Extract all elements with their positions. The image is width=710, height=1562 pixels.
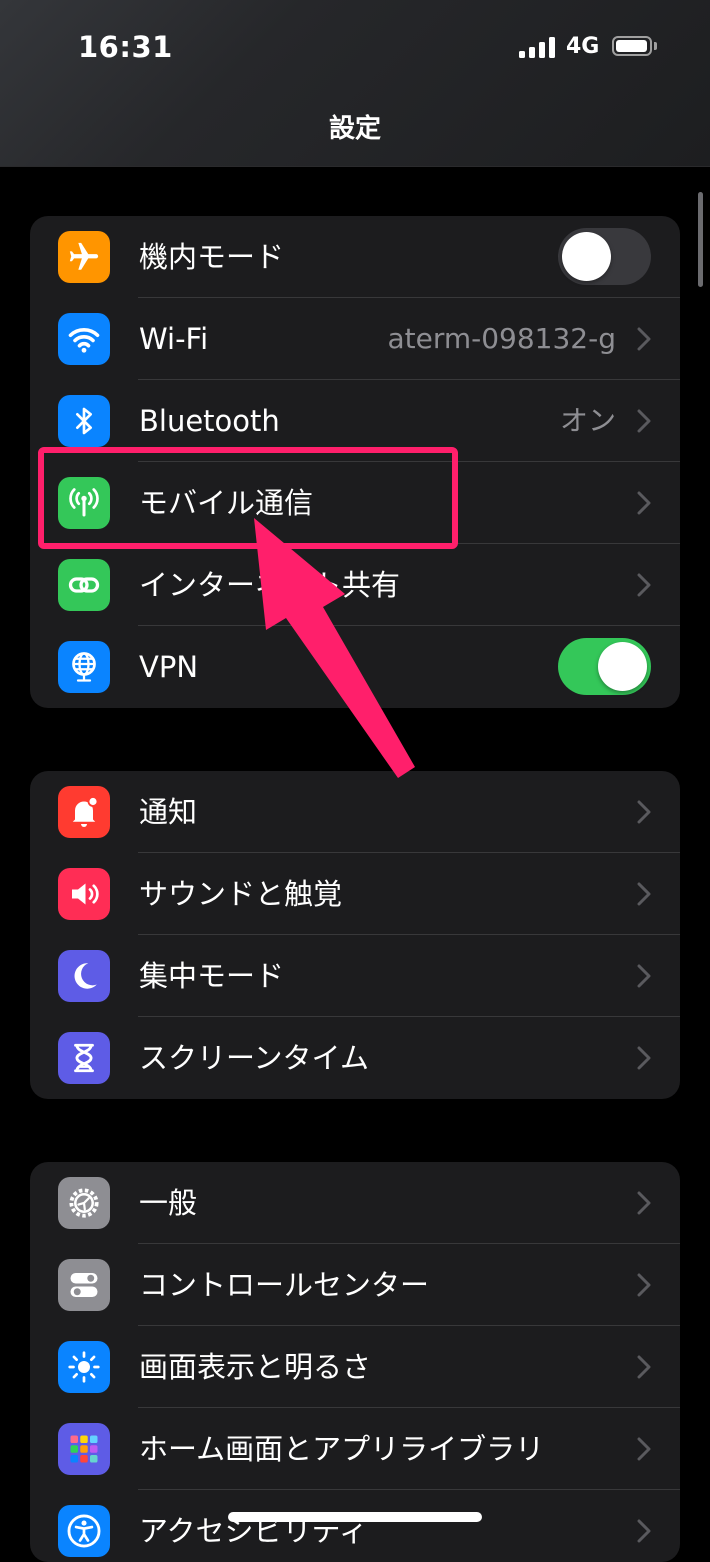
home-indicator[interactable] xyxy=(228,1512,482,1522)
annotation-arrow-icon xyxy=(254,518,415,778)
